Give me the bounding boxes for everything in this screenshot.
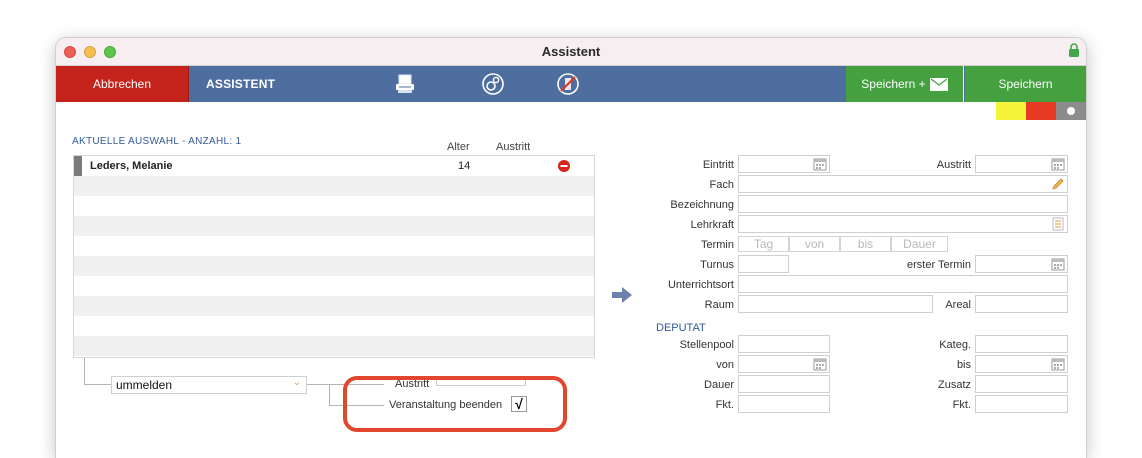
erster-termin-input[interactable]: [975, 255, 1068, 273]
toolbar: Abbrechen ASSISTENT Speichern + Speicher…: [56, 66, 1086, 102]
deputat-von-input[interactable]: [738, 355, 830, 373]
column-header-age: Alter: [447, 141, 470, 153]
deputat-bis-input[interactable]: [975, 355, 1068, 373]
calendar-icon[interactable]: [1051, 157, 1065, 171]
calendar-icon[interactable]: [813, 357, 827, 371]
row-age: 14: [458, 160, 471, 172]
column-header-exit: Austritt: [496, 141, 531, 153]
list-item: [74, 256, 594, 276]
deputat-title: DEPUTAT: [656, 322, 706, 334]
window-title: Assistent: [541, 44, 601, 59]
lock-icon: [1069, 43, 1079, 57]
termin-duration-input[interactable]: Dauer: [891, 236, 948, 252]
deputat-von-label: von: [716, 359, 734, 371]
deputat-dauer-input[interactable]: [738, 375, 830, 393]
areal-input[interactable]: [975, 295, 1068, 313]
save-and-mail-button[interactable]: Speichern +: [846, 66, 964, 102]
deputat-dauer-label: Dauer: [704, 379, 734, 391]
status-color-yellow[interactable]: [996, 102, 1026, 120]
action-select[interactable]: ummelden ⌄: [111, 376, 307, 394]
unterrichtsort-label: Unterrichtsort: [667, 279, 734, 291]
row-marker: [74, 156, 82, 176]
list-item: [74, 236, 594, 256]
tree-line: [84, 358, 85, 385]
termin-label: Termin: [700, 239, 734, 251]
calendar-icon[interactable]: [1051, 357, 1065, 371]
status-color-red[interactable]: [1026, 102, 1056, 120]
tree-line: [329, 384, 330, 406]
no-entry-icon[interactable]: [556, 72, 580, 96]
toolbar-section-label: ASSISTENT: [206, 77, 276, 91]
kateg-label: Kateg.: [939, 339, 971, 351]
list-item: [74, 176, 594, 196]
chevron-down-icon: ⌄: [292, 377, 301, 388]
title-bar: Assistent: [56, 38, 1086, 66]
tree-line: [84, 384, 111, 385]
eintritt-input[interactable]: [738, 155, 830, 173]
remove-icon[interactable]: [558, 160, 570, 172]
turnus-label: Turnus: [700, 259, 734, 271]
bezeichnung-label: Bezeichnung: [670, 199, 734, 211]
turnus-input[interactable]: [738, 255, 789, 273]
kateg-input[interactable]: [975, 335, 1068, 353]
list-item: [74, 216, 594, 236]
table-row[interactable]: Leders, Melanie 14: [74, 156, 594, 176]
list-item: [74, 336, 594, 356]
termin-day-input[interactable]: Tag: [738, 236, 789, 252]
assistant-window: Assistent Abbrechen ASSISTENT Speichern …: [56, 38, 1086, 458]
eintritt-label: Eintritt: [702, 159, 734, 171]
fkt-right-input[interactable]: [975, 395, 1068, 413]
selection-list: Leders, Melanie 14: [73, 155, 595, 358]
list-item: [74, 296, 594, 316]
austritt-input[interactable]: [975, 155, 1068, 173]
save-and-mail-label: Speichern +: [861, 77, 926, 91]
raum-input[interactable]: [738, 295, 933, 313]
calendar-icon[interactable]: [813, 157, 827, 171]
envelope-icon: [929, 77, 948, 91]
action-select-value: ummelden: [116, 378, 173, 392]
list-item: [74, 196, 594, 216]
bezeichnung-input[interactable]: [738, 195, 1068, 213]
zusatz-input[interactable]: [975, 375, 1068, 393]
save-button[interactable]: Speichern: [965, 66, 1086, 102]
termin-to-input[interactable]: bis: [840, 236, 891, 252]
austritt-label: Austritt: [936, 159, 971, 171]
lehrkraft-input[interactable]: [738, 215, 1068, 233]
highlight-annotation: [343, 376, 567, 432]
cancel-button[interactable]: Abbrechen: [56, 66, 189, 102]
deputat-bis-label: bis: [956, 359, 971, 371]
fach-label: Fach: [709, 179, 734, 191]
list-item: [74, 316, 594, 336]
status-dot: [1067, 107, 1075, 115]
list-item: [74, 276, 594, 296]
printer-icon[interactable]: [393, 72, 417, 96]
fkt-left-input[interactable]: [738, 395, 830, 413]
zusatz-label: Zusatz: [937, 379, 971, 391]
row-name: Leders, Melanie: [90, 160, 173, 172]
fkt-right-label: Fkt.: [952, 399, 971, 411]
fkt-left-label: Fkt.: [715, 399, 734, 411]
raum-label: Raum: [704, 299, 734, 311]
selection-title: AKTUELLE AUSWAHL - ANZAHL: 1: [72, 136, 242, 147]
stellenpool-input[interactable]: [738, 335, 830, 353]
erster-termin-label: erster Termin: [907, 259, 971, 271]
status-color-gray[interactable]: [1056, 102, 1086, 120]
lehrkraft-label: Lehrkraft: [690, 219, 734, 231]
areal-label: Areal: [945, 299, 971, 311]
termin-from-input[interactable]: von: [789, 236, 840, 252]
tree-line: [307, 384, 329, 385]
unterrichtsort-input[interactable]: [738, 275, 1068, 293]
stellenpool-label: Stellenpool: [679, 339, 734, 351]
arrow-right-icon: [612, 287, 632, 303]
list-icon[interactable]: [1051, 217, 1065, 231]
fach-input[interactable]: [738, 175, 1068, 193]
pencil-icon[interactable]: [1051, 177, 1065, 191]
settings-icon[interactable]: [481, 72, 505, 96]
calendar-icon[interactable]: [1051, 257, 1065, 271]
